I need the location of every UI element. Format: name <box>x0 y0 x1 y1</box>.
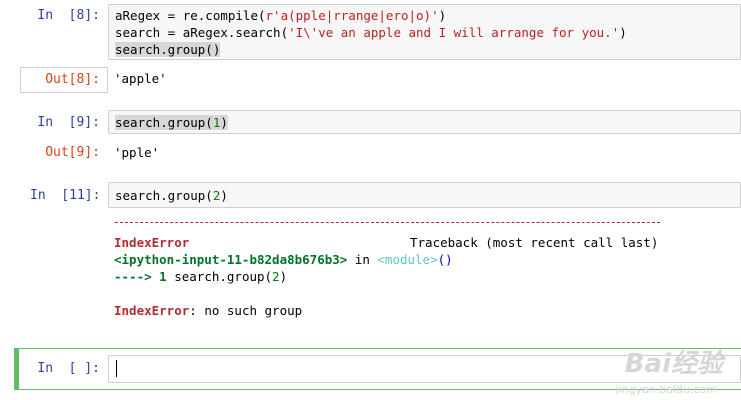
code-line: search.group() <box>115 42 221 57</box>
traceback-code-line: ----> 1 search.group(2) <box>114 269 288 284</box>
code-line: aRegex = re.compile(r'a(pple|rrange|ero|… <box>115 8 447 23</box>
out-prompt-9: Out[9]: <box>45 145 100 160</box>
baidu-watermark-logo: Bai经验 <box>624 349 723 379</box>
code-line: search.group(2) <box>115 188 228 203</box>
output-8: 'apple' <box>114 71 167 86</box>
code-input-9[interactable]: search.group(1) <box>108 110 741 134</box>
code-line: search = aRegex.search('I\'ve an apple a… <box>115 25 627 40</box>
traceback-title: Traceback (most recent call last) <box>410 235 659 250</box>
code-input-11[interactable]: search.group(2) <box>108 182 741 208</box>
traceback-error-message: IndexError: no such group <box>114 303 303 318</box>
output-9: 'pple' <box>114 145 160 160</box>
out-prompt-8: Out[8]: <box>45 72 100 87</box>
baidu-watermark-url: jingyan.baidu.com <box>615 383 717 396</box>
in-prompt-9: In [9]: <box>37 115 100 130</box>
traceback-header: IndexError <box>114 235 190 250</box>
in-prompt-11: In [11]: <box>30 188 101 203</box>
text-cursor <box>116 360 117 377</box>
code-input-8[interactable]: aRegex = re.compile(r'a(pple|rrange|ero|… <box>108 4 741 60</box>
in-prompt-empty: In [ ]: <box>37 361 100 376</box>
traceback-separator <box>115 222 660 223</box>
code-line: search.group(1) <box>115 115 228 130</box>
in-prompt-8: In [8]: <box>37 8 100 23</box>
traceback-location: <ipython-input-11-b82da8b676b3> in <modu… <box>114 252 453 267</box>
